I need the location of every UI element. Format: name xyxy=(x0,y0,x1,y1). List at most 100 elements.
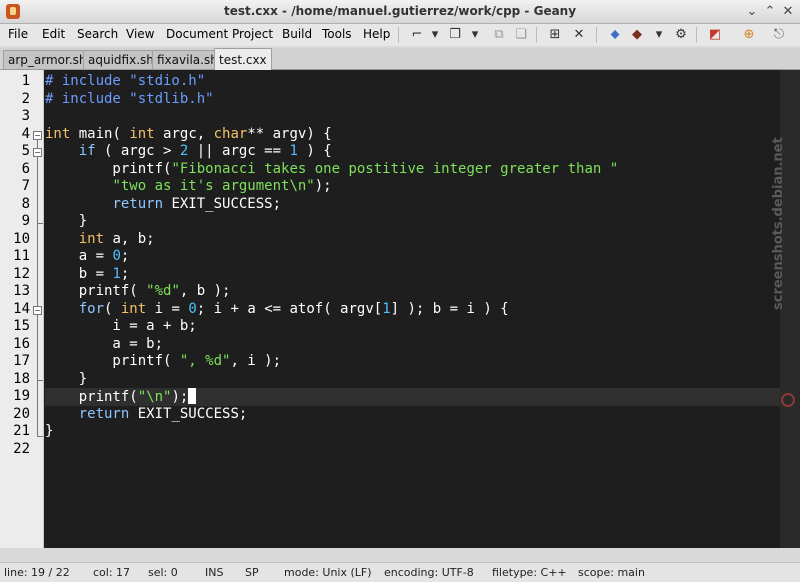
status-sel: sel: 0 xyxy=(148,566,178,579)
menu-file[interactable]: File xyxy=(8,27,28,41)
tab-aquidfix[interactable]: aquidfix.sh xyxy=(83,50,159,69)
toolbar-separator xyxy=(696,27,697,43)
code-line: } xyxy=(45,213,88,229)
line-number: 5 xyxy=(21,143,30,159)
line-number: 17 xyxy=(13,353,30,369)
reload-icon[interactable]: ⧉ xyxy=(490,26,508,44)
title-bar: test.cxx - /home/manuel.gutierrez/work/c… xyxy=(0,0,800,24)
fold-marker-main[interactable]: − xyxy=(33,131,42,140)
preferences-icon[interactable]: ⚙ xyxy=(672,26,690,44)
tab-fixavila[interactable]: fixavila.sh xyxy=(152,50,223,69)
tab-test-cxx[interactable]: test.cxx xyxy=(214,48,272,70)
line-number: 4 xyxy=(21,126,30,142)
code-line: int main( int argc, char** argv) { xyxy=(45,126,332,142)
line-number: 7 xyxy=(21,178,30,194)
line-number-gutter: 1 2 3 4 5 6 7 8 9 10 11 12 13 14 15 16 1… xyxy=(0,70,44,548)
code-line: printf( ", %d", i ); xyxy=(45,353,282,369)
code-line: # include "stdio.h" xyxy=(45,73,206,89)
status-bar: line: 19 / 22 col: 17 sel: 0 INS SP mode… xyxy=(0,562,800,582)
run-icon[interactable]: ▾ xyxy=(650,26,668,44)
line-number: 22 xyxy=(13,441,30,457)
code-line: a = 0; xyxy=(45,248,130,264)
watermark: screenshots.debian.net xyxy=(771,137,786,310)
menu-help[interactable]: Help xyxy=(363,27,390,41)
code-line: i = a + b; xyxy=(45,318,197,334)
menu-edit[interactable]: Edit xyxy=(42,27,65,41)
line-number: 20 xyxy=(13,406,30,422)
zoom-icon[interactable]: ⊕ xyxy=(740,26,758,44)
line-number: 6 xyxy=(21,161,30,177)
code-line: for( int i = 0; i + a <= atof( argv[1] )… xyxy=(78,301,509,317)
code-line: b = 1; xyxy=(45,266,130,282)
status-encoding: encoding: UTF-8 xyxy=(384,566,474,579)
line-number: 21 xyxy=(13,423,30,439)
code-line: a = b; xyxy=(45,336,164,352)
close-tab-icon[interactable]: ⊞ xyxy=(546,26,564,44)
open-file-icon[interactable]: ▾ xyxy=(426,26,444,44)
window-title: test.cxx - /home/manuel.gutierrez/work/c… xyxy=(223,4,577,18)
save-icon[interactable]: ❐ xyxy=(446,26,464,44)
line-number: 18 xyxy=(13,371,30,387)
maximize-icon[interactable]: ⌃ xyxy=(762,4,778,20)
toolbar-separator xyxy=(398,27,399,43)
line-number: 10 xyxy=(13,231,30,247)
code-line-current: printf("\n"); xyxy=(45,388,780,406)
fold-marker-if[interactable]: − xyxy=(33,148,42,157)
line-number: 12 xyxy=(13,266,30,282)
menu-view[interactable]: View xyxy=(126,27,154,41)
revert-icon[interactable]: ❏ xyxy=(512,26,530,44)
fold-end xyxy=(37,436,43,437)
code-line: "two as it's argument\n"); xyxy=(112,178,332,194)
fold-end xyxy=(37,380,43,381)
menu-document[interactable]: Document xyxy=(166,27,228,41)
menu-build[interactable]: Build xyxy=(282,27,312,41)
minimize-icon[interactable]: ⌄ xyxy=(744,4,760,20)
close-window-icon[interactable]: ✕ xyxy=(780,4,796,20)
line-number: 2 xyxy=(21,91,30,107)
code-line: } xyxy=(45,371,88,387)
compile-icon[interactable]: ⬥ xyxy=(606,26,624,44)
line-number: 15 xyxy=(13,318,30,334)
line-number: 9 xyxy=(21,213,30,229)
code-editor[interactable]: 1 2 3 4 5 6 7 8 9 10 11 12 13 14 15 16 1… xyxy=(0,70,797,548)
status-scope: scope: main xyxy=(578,566,645,579)
code-line: if ( argc > 2 || argc == 1 ) { xyxy=(78,143,332,159)
menu-project[interactable]: Project xyxy=(232,27,273,41)
fold-end xyxy=(37,223,43,224)
line-number: 13 xyxy=(13,283,30,299)
line-number: 1 xyxy=(21,73,30,89)
line-number: 16 xyxy=(13,336,30,352)
debian-swirl-icon xyxy=(781,393,795,407)
toolbar-separator xyxy=(536,27,537,43)
status-filetype: filetype: C++ xyxy=(492,566,567,579)
quit-icon[interactable]: ⎋ xyxy=(770,26,788,44)
code-line: printf("Fibonacci takes one postitive in… xyxy=(45,161,619,177)
color-chooser-icon[interactable]: ◩ xyxy=(706,26,724,44)
line-number: 14 xyxy=(13,301,30,317)
fold-marker-for[interactable]: − xyxy=(33,306,42,315)
status-line: line: 19 / 22 xyxy=(4,566,70,579)
code-line: return EXIT_SUCCESS; xyxy=(112,196,282,212)
toolbar-separator xyxy=(596,27,597,43)
status-insert-mode: INS xyxy=(205,566,224,579)
code-line: int a, b; xyxy=(78,231,155,247)
code-line: return EXIT_SUCCESS; xyxy=(78,406,248,422)
save-all-icon[interactable]: ▾ xyxy=(466,26,484,44)
line-number: 8 xyxy=(21,196,30,212)
line-number: 19 xyxy=(13,388,30,404)
status-col: col: 17 xyxy=(93,566,131,579)
close-icon[interactable]: ✕ xyxy=(570,26,588,44)
fold-guide xyxy=(37,140,38,436)
code-line: # include "stdlib.h" xyxy=(45,91,214,107)
menu-tools[interactable]: Tools xyxy=(322,27,352,41)
line-number: 11 xyxy=(13,248,30,264)
menu-search[interactable]: Search xyxy=(77,27,118,41)
line-number: 3 xyxy=(21,108,30,124)
text-cursor xyxy=(188,388,197,404)
tab-arp-armor[interactable]: arp_armor.sh xyxy=(3,50,92,69)
status-indent-mode: SP xyxy=(245,566,259,579)
build-icon[interactable]: ◆ xyxy=(628,26,646,44)
status-eol-mode: mode: Unix (LF) xyxy=(284,566,372,579)
new-file-icon[interactable]: ⌐ xyxy=(408,26,426,44)
code-line: printf( "%d", b ); xyxy=(45,283,231,299)
